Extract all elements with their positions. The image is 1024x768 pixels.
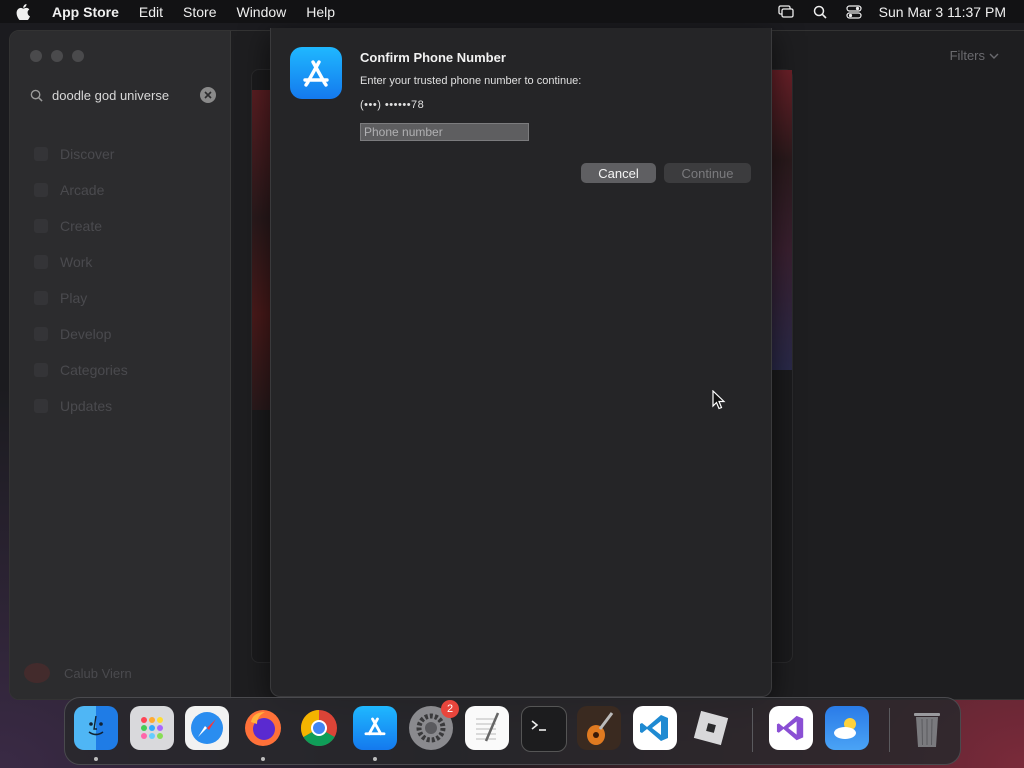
- hammer-icon: [34, 327, 48, 341]
- sidebar-item-play[interactable]: Play: [34, 280, 128, 316]
- grid-icon: [34, 363, 48, 377]
- chrome-icon[interactable]: [297, 706, 341, 750]
- menu-clock[interactable]: Sun Mar 3 11:37 PM: [879, 4, 1006, 20]
- user-name: Calub Viern: [64, 665, 132, 681]
- menu-edit[interactable]: Edit: [139, 4, 163, 20]
- minimize-window-button[interactable]: [51, 50, 63, 62]
- mouse-cursor-icon: [712, 390, 726, 410]
- rocket-icon: [34, 291, 48, 305]
- dock: 2: [64, 697, 961, 765]
- system-settings-icon[interactable]: 2: [409, 700, 459, 750]
- confirm-phone-dialog: Confirm Phone Number Enter your trusted …: [270, 28, 772, 697]
- account-row[interactable]: Calub Viern: [24, 663, 132, 683]
- vscode-icon[interactable]: [633, 706, 677, 750]
- sidebar-item-work[interactable]: Work: [34, 244, 128, 280]
- sidebar-item-arcade[interactable]: Arcade: [34, 172, 128, 208]
- visual-studio-icon[interactable]: [769, 706, 813, 750]
- menu-help[interactable]: Help: [306, 4, 335, 20]
- textedit-icon[interactable]: [465, 706, 509, 750]
- running-indicator: [373, 757, 377, 761]
- finder-icon[interactable]: [74, 706, 118, 750]
- menu-bar: App Store Edit Store Window Help Sun Mar…: [0, 0, 1024, 23]
- sidebar-nav: Discover Arcade Create Work Play Develop…: [34, 136, 128, 424]
- sidebar-item-updates[interactable]: Updates: [34, 388, 128, 424]
- running-indicator: [94, 757, 98, 761]
- phone-number-input[interactable]: [360, 123, 529, 141]
- search-input-value[interactable]: doodle god universe: [52, 88, 169, 103]
- result-thumbnail[interactable]: [770, 70, 792, 370]
- search-icon: [30, 89, 44, 102]
- garageband-icon[interactable]: [577, 706, 621, 750]
- screen-mirroring-icon[interactable]: [777, 4, 795, 20]
- search-field[interactable]: doodle god universe: [26, 83, 216, 107]
- notification-badge: 2: [441, 700, 459, 718]
- menu-store[interactable]: Store: [183, 4, 216, 20]
- brush-icon: [34, 219, 48, 233]
- download-icon: [34, 399, 48, 413]
- dialog-message: Enter your trusted phone number to conti…: [360, 75, 582, 87]
- window-controls: [30, 50, 84, 62]
- safari-icon[interactable]: [185, 706, 229, 750]
- chevron-down-icon: [989, 53, 999, 59]
- filters-button[interactable]: Filters: [950, 48, 999, 63]
- close-window-button[interactable]: [30, 50, 42, 62]
- terminal-icon[interactable]: [521, 706, 567, 752]
- cancel-button[interactable]: Cancel: [581, 163, 656, 183]
- dock-separator: [889, 708, 890, 752]
- menu-app-name[interactable]: App Store: [52, 4, 119, 20]
- joystick-icon: [34, 183, 48, 197]
- app-store-dock-icon[interactable]: [353, 706, 397, 750]
- launchpad-icon[interactable]: [130, 706, 174, 750]
- sidebar-item-develop[interactable]: Develop: [34, 316, 128, 352]
- star-icon: [34, 147, 48, 161]
- clear-search-icon[interactable]: [200, 87, 216, 103]
- dialog-title: Confirm Phone Number: [360, 50, 506, 65]
- sidebar-item-discover[interactable]: Discover: [34, 136, 128, 172]
- avatar: [24, 663, 50, 683]
- control-center-icon[interactable]: [845, 4, 863, 20]
- menu-window[interactable]: Window: [236, 4, 286, 20]
- trash-icon[interactable]: [905, 706, 949, 750]
- spotlight-search-icon[interactable]: [811, 4, 829, 20]
- running-indicator: [261, 757, 265, 761]
- sidebar-item-create[interactable]: Create: [34, 208, 128, 244]
- app-store-icon: [290, 47, 342, 99]
- paper-plane-icon: [34, 255, 48, 269]
- apple-menu-icon[interactable]: [16, 3, 36, 20]
- result-thumbnail[interactable]: [252, 90, 272, 410]
- dock-separator: [752, 708, 753, 752]
- sidebar-item-categories[interactable]: Categories: [34, 352, 128, 388]
- continue-button[interactable]: Continue: [664, 163, 751, 183]
- roblox-icon[interactable]: [689, 706, 733, 750]
- masked-phone-number: (•••) ••••••78: [360, 99, 425, 111]
- sidebar: doodle god universe Discover Arcade Crea…: [10, 31, 231, 699]
- weather-icon[interactable]: [825, 706, 869, 750]
- firefox-icon[interactable]: [241, 706, 285, 750]
- zoom-window-button[interactable]: [72, 50, 84, 62]
